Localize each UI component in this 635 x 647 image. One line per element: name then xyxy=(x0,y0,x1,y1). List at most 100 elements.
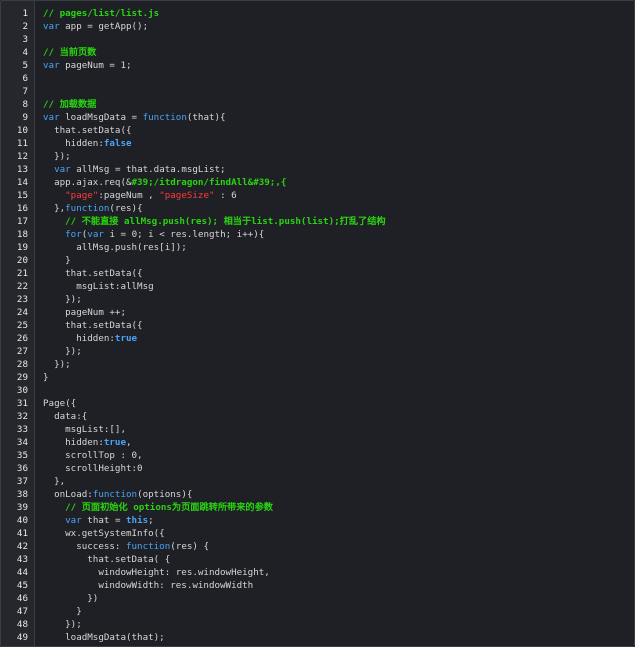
line-number: 26 xyxy=(16,333,28,344)
code-editor[interactable]: 1 // pages/list/list.js 2 var app = getApp(… xyxy=(0,0,635,647)
code-line[interactable]: 11 hidden:false xyxy=(1,137,634,150)
code-line[interactable]: 42 success: function(res) { xyxy=(1,540,634,553)
line-number: 17 xyxy=(16,216,28,227)
code-line[interactable]: 41 wx.getSystemInfo({ xyxy=(1,527,634,540)
code-line[interactable]: 6 xyxy=(1,72,634,85)
code-text: }); xyxy=(43,293,82,306)
line-number: 41 xyxy=(16,528,28,539)
code-line[interactable]: 45 windowWidth: res.windowWidth xyxy=(1,579,634,592)
code-token: data:{ xyxy=(43,411,88,422)
code-line[interactable]: 48 }); xyxy=(1,618,634,631)
line-number: 4 xyxy=(22,47,28,58)
code-line[interactable]: 7 xyxy=(1,85,634,98)
code-line[interactable]: 10 that.setData({ xyxy=(1,124,634,137)
code-token: }); xyxy=(43,294,82,305)
code-line[interactable]: 26 hidden:true xyxy=(1,332,634,345)
code-line[interactable]: 24 pageNum ++; xyxy=(1,306,634,319)
code-line[interactable]: 2 var app = getApp(); xyxy=(1,20,634,33)
code-line[interactable]: 34 hidden:true, xyxy=(1,436,634,449)
code-text: }); xyxy=(43,150,71,163)
code-line[interactable]: 22 msgList:allMsg xyxy=(1,280,634,293)
code-token: i = 0; i < res.length; i++){ xyxy=(103,229,265,240)
code-line[interactable]: 18 for(var i = 0; i < res.length; i++){ xyxy=(1,228,634,241)
code-line[interactable]: 21 that.setData({ xyxy=(1,267,634,280)
code-token: }); xyxy=(43,359,71,370)
line-number: 39 xyxy=(16,502,28,513)
code-line[interactable]: 3 xyxy=(1,33,634,46)
line-number: 28 xyxy=(16,359,28,370)
code-token: // 页面初始化 options为页面跳转所带来的参数 xyxy=(65,502,273,513)
code-token: app.ajax.req(& xyxy=(43,177,132,188)
code-token: Page({ xyxy=(43,398,77,409)
line-number: 24 xyxy=(16,307,28,318)
code-text: scrollHeight:0 xyxy=(43,462,143,475)
code-line[interactable]: 49 loadMsgData(that); xyxy=(1,631,634,644)
code-text: // 当前页数 xyxy=(43,46,96,59)
code-text: }, xyxy=(43,475,65,488)
line-number: 33 xyxy=(16,424,28,435)
code-line[interactable]: 44 windowHeight: res.windowHeight, xyxy=(1,566,634,579)
code-line[interactable]: 47 } xyxy=(1,605,634,618)
code-lines[interactable]: 1 // pages/list/list.js 2 var app = getApp(… xyxy=(1,7,634,646)
code-line[interactable]: 19 allMsg.push(res[i]); xyxy=(1,241,634,254)
code-line[interactable]: 4 // 当前页数 xyxy=(1,46,634,59)
line-number: 42 xyxy=(16,541,28,552)
code-text: var app = getApp(); xyxy=(43,20,148,33)
code-token: // pages/list/list.js xyxy=(43,8,160,19)
code-line[interactable]: 39 // 页面初始化 options为页面跳转所带来的参数 xyxy=(1,501,634,514)
code-line[interactable]: 5 var pageNum = 1; xyxy=(1,59,634,72)
code-line[interactable]: 17 // 不能直接 allMsg.push(res); 相当于list.pus… xyxy=(1,215,634,228)
code-line[interactable]: 36 scrollHeight:0 xyxy=(1,462,634,475)
code-line[interactable]: 16 },function(res){ xyxy=(1,202,634,215)
line-number: 12 xyxy=(16,151,28,162)
code-line[interactable]: 15 "page":pageNum , "pageSize" : 6 xyxy=(1,189,634,202)
code-token: } xyxy=(43,255,71,266)
code-line[interactable]: 28 }); xyxy=(1,358,634,371)
code-line[interactable]: 29} xyxy=(1,371,634,384)
code-token: msgList:allMsg xyxy=(43,281,154,292)
code-line[interactable]: 32 data:{ xyxy=(1,410,634,423)
code-token: "page" xyxy=(65,190,99,201)
code-token: true xyxy=(114,333,138,344)
code-text: data:{ xyxy=(43,410,87,423)
code-text: app.ajax.req(&#39;/itdragon/findAll&#39;… xyxy=(43,176,286,189)
code-line[interactable]: 30 xyxy=(1,384,634,397)
code-token: hidden: xyxy=(43,437,104,448)
code-line[interactable]: 31 Page({ xyxy=(1,397,634,410)
line-number: 16 xyxy=(16,203,28,214)
code-text: windowWidth: res.windowWidth xyxy=(43,579,253,592)
code-text: },function(res){ xyxy=(43,202,143,215)
code-line[interactable]: 1 // pages/list/list.js xyxy=(1,7,634,20)
code-line[interactable]: 25 that.setData({ xyxy=(1,319,634,332)
code-line[interactable]: 14 app.ajax.req(&#39;/itdragon/findAll&#… xyxy=(1,176,634,189)
code-line[interactable]: 20 } xyxy=(1,254,634,267)
code-token: hidden: xyxy=(43,138,104,149)
code-line[interactable]: 33 msgList:[], xyxy=(1,423,634,436)
code-token: } xyxy=(43,372,49,383)
code-token: }) xyxy=(43,593,99,604)
line-number: 25 xyxy=(16,320,28,331)
code-line[interactable]: 46 }) xyxy=(1,592,634,605)
code-token: scrollHeight:0 xyxy=(43,463,143,474)
code-line[interactable]: 43 that.setData( { xyxy=(1,553,634,566)
code-token: loadMsgData = xyxy=(59,112,143,123)
code-line[interactable]: 13 var allMsg = that.data.msgList; xyxy=(1,163,634,176)
code-line[interactable]: 35 scrollTop : 0, xyxy=(1,449,634,462)
code-token: }, xyxy=(43,203,66,214)
code-token: var xyxy=(65,515,82,526)
code-line[interactable]: 23 }); xyxy=(1,293,634,306)
line-number: 36 xyxy=(16,463,28,474)
code-line[interactable]: 8 // 加载数据 xyxy=(1,98,634,111)
line-number: 48 xyxy=(16,619,28,630)
code-line[interactable]: 40 var that = this; xyxy=(1,514,634,527)
code-line[interactable]: 37 }, xyxy=(1,475,634,488)
code-line[interactable]: 12 }); xyxy=(1,150,634,163)
code-text: hidden:false xyxy=(43,137,131,150)
code-line[interactable]: 27 }); xyxy=(1,345,634,358)
code-text: onLoad:function(options){ xyxy=(43,488,192,501)
code-line[interactable]: 38 onLoad:function(options){ xyxy=(1,488,634,501)
line-number: 44 xyxy=(16,567,28,578)
code-line[interactable]: 9 var loadMsgData = function(that){ xyxy=(1,111,634,124)
code-token: // 不能直接 allMsg.push(res); 相当于list.push(l… xyxy=(65,216,386,227)
